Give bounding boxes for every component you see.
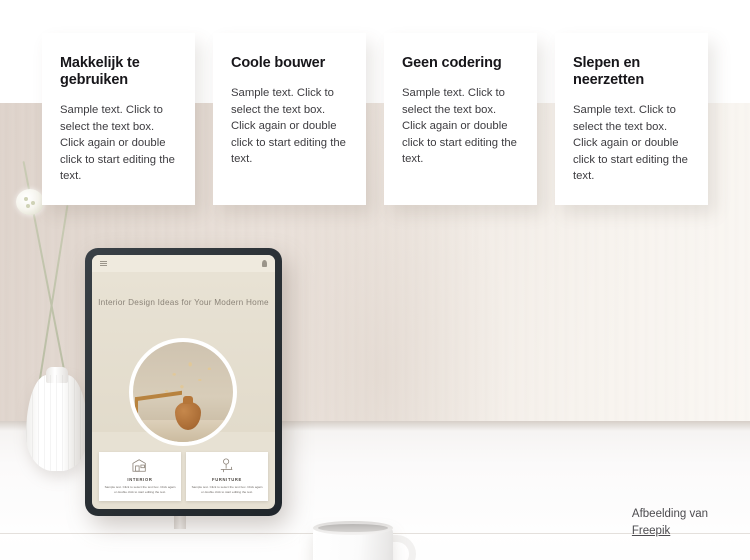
tablet-hero-section: Interior Design Ideas for Your Modern Ho… — [92, 272, 275, 446]
white-ribbed-vase — [26, 367, 88, 471]
feature-card-4[interactable]: Slepen en neerzetten Sample text. Click … — [555, 33, 708, 205]
feature-card-title: Geen codering — [402, 55, 502, 71]
hamburger-menu-icon[interactable] — [100, 260, 107, 267]
feature-card-title: Makkelijk te gebruiken — [60, 55, 140, 88]
feature-card-text: Sample text. Click to select the text bo… — [60, 104, 175, 182]
freepik-link[interactable]: Freepik — [632, 525, 670, 537]
feature-card-text: Sample text. Click to select the text bo… — [231, 87, 346, 165]
tablet-device: Interior Design Ideas for Your Modern Ho… — [85, 248, 282, 516]
feature-card-title: Coole bouwer — [231, 55, 326, 71]
tablet-topbar — [92, 255, 275, 272]
interior-room-icon — [131, 458, 149, 473]
tablet-card-text: Sample text. Click to select the text bo… — [191, 485, 263, 494]
page-root: Interior Design Ideas for Your Modern Ho… — [0, 0, 750, 560]
tablet-card-furniture[interactable]: FURNITURE Sample text. Click to select t… — [186, 452, 268, 501]
attribution-prefix: Afbeelding van — [631, 508, 708, 520]
feature-card-text: Sample text. Click to select the text bo… — [573, 104, 688, 182]
feature-card-3[interactable]: Geen codering Sample text. Click to sele… — [384, 33, 537, 205]
feature-card-title: Slepen en neerzetten — [573, 55, 645, 88]
tablet-card-title: FURNITURE — [212, 477, 242, 483]
feature-card-text: Sample text. Click to select the text bo… — [402, 87, 517, 165]
image-attribution: Afbeelding van Freepik — [632, 506, 708, 540]
mug-rim — [313, 521, 393, 535]
furniture-lamp-icon — [218, 458, 236, 473]
tablet-card-title: INTERIOR — [127, 477, 153, 483]
tablet-screen: Interior Design Ideas for Your Modern Ho… — [92, 255, 275, 509]
feature-cards-row: Makkelijk te gebruiken Sample text. Clic… — [42, 33, 708, 205]
tablet-hero-image-circle — [129, 338, 237, 446]
tablet-feature-cards: INTERIOR Sample text. Click to select th… — [92, 452, 275, 501]
tablet-card-interior[interactable]: INTERIOR Sample text. Click to select th… — [99, 452, 181, 501]
flower-stem — [38, 205, 69, 386]
tablet-card-text: Sample text. Click to select the text bo… — [104, 485, 176, 494]
tablet-hero-title: Interior Design Ideas for Your Modern Ho… — [98, 298, 269, 307]
flower-bloom — [16, 189, 44, 215]
bell-icon[interactable] — [262, 260, 267, 267]
feature-card-1[interactable]: Makkelijk te gebruiken Sample text. Clic… — [42, 33, 195, 205]
feature-card-2[interactable]: Coole bouwer Sample text. Click to selec… — [213, 33, 366, 205]
